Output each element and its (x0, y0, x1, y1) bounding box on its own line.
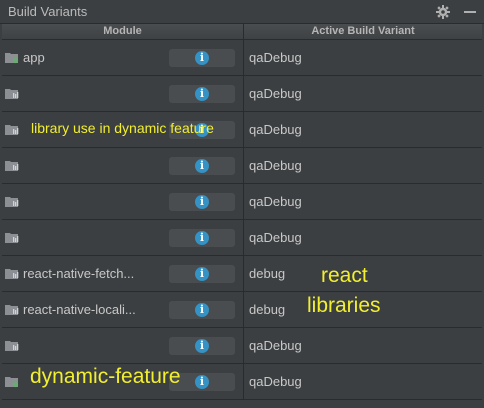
build-variant-dropdown[interactable]: qaDebug (249, 374, 302, 389)
library-module-icon (5, 233, 19, 243)
module-name: app (23, 50, 45, 65)
build-variant-dropdown[interactable]: debug (249, 266, 285, 281)
library-module-icon (5, 161, 19, 171)
info-icon: i (195, 375, 209, 389)
info-icon: i (195, 87, 209, 101)
module-info-button[interactable]: i (169, 265, 235, 283)
table-row[interactable]: react-native-fetch... i debug (2, 256, 482, 292)
table-row[interactable]: i qaDebug (2, 220, 482, 256)
build-variant-dropdown[interactable]: qaDebug (249, 338, 302, 353)
table-row[interactable]: app i qaDebug (2, 40, 482, 76)
build-variant-dropdown[interactable]: qaDebug (249, 194, 302, 209)
column-divider (243, 292, 244, 328)
column-divider (243, 256, 244, 292)
info-icon: i (195, 195, 209, 209)
build-variants-table: Module Active Build Variant app i qaDebug i… (2, 24, 482, 408)
build-variant-dropdown[interactable]: qaDebug (249, 50, 302, 65)
library-module-icon (5, 341, 19, 351)
annotation-react: react (321, 264, 368, 287)
column-divider (243, 184, 244, 220)
column-divider (243, 76, 244, 112)
info-icon: i (195, 159, 209, 173)
dynamic-feature-module-icon (5, 377, 19, 388)
library-module-icon (5, 269, 19, 279)
column-divider (243, 220, 244, 256)
build-variant-dropdown[interactable]: qaDebug (249, 230, 302, 245)
module-info-button[interactable]: i (169, 337, 235, 355)
module-info-button[interactable]: i (169, 49, 235, 67)
table-row[interactable]: i qaDebug (2, 328, 482, 364)
build-variant-dropdown[interactable]: qaDebug (249, 158, 302, 173)
info-icon: i (195, 267, 209, 281)
annotation-dynamic-feature: dynamic-feature (30, 365, 181, 388)
table-row[interactable]: i qaDebug (2, 148, 482, 184)
module-name: react-native-fetch... (23, 266, 135, 281)
minimize-icon[interactable] (464, 11, 476, 13)
library-module-icon (5, 197, 19, 207)
module-info-button[interactable]: i (169, 193, 235, 211)
variant-column-header[interactable]: Active Build Variant (244, 25, 482, 38)
build-variant-dropdown[interactable]: qaDebug (249, 86, 302, 101)
gear-icon[interactable] (436, 5, 450, 19)
column-divider (243, 148, 244, 184)
build-variant-dropdown[interactable]: debug (249, 302, 285, 317)
column-divider (243, 40, 244, 76)
module-name: react-native-locali... (23, 302, 136, 317)
column-divider (243, 328, 244, 364)
table-header: Module Active Build Variant (2, 24, 482, 40)
annotation-library: library use in dynamic feature (31, 120, 214, 136)
module-info-button[interactable]: i (169, 157, 235, 175)
info-icon: i (195, 303, 209, 317)
table-row[interactable]: i qaDebug (2, 76, 482, 112)
app-module-icon (5, 53, 19, 64)
panel-titlebar: Build Variants (0, 0, 484, 24)
table-row[interactable]: react-native-locali... i debug (2, 292, 482, 328)
library-module-icon (5, 305, 19, 315)
annotation-libraries: libraries (307, 294, 381, 317)
module-info-button[interactable]: i (169, 85, 235, 103)
column-divider (243, 364, 244, 400)
table-row[interactable]: i qaDebug (2, 184, 482, 220)
info-icon: i (195, 231, 209, 245)
build-variant-dropdown[interactable]: qaDebug (249, 122, 302, 137)
library-module-icon (5, 125, 19, 135)
info-icon: i (195, 51, 209, 65)
module-column-header[interactable]: Module (2, 25, 243, 38)
module-info-button[interactable]: i (169, 229, 235, 247)
panel-title: Build Variants (8, 4, 88, 19)
column-divider (243, 112, 244, 148)
library-module-icon (5, 89, 19, 99)
info-icon: i (195, 339, 209, 353)
module-info-button[interactable]: i (169, 301, 235, 319)
